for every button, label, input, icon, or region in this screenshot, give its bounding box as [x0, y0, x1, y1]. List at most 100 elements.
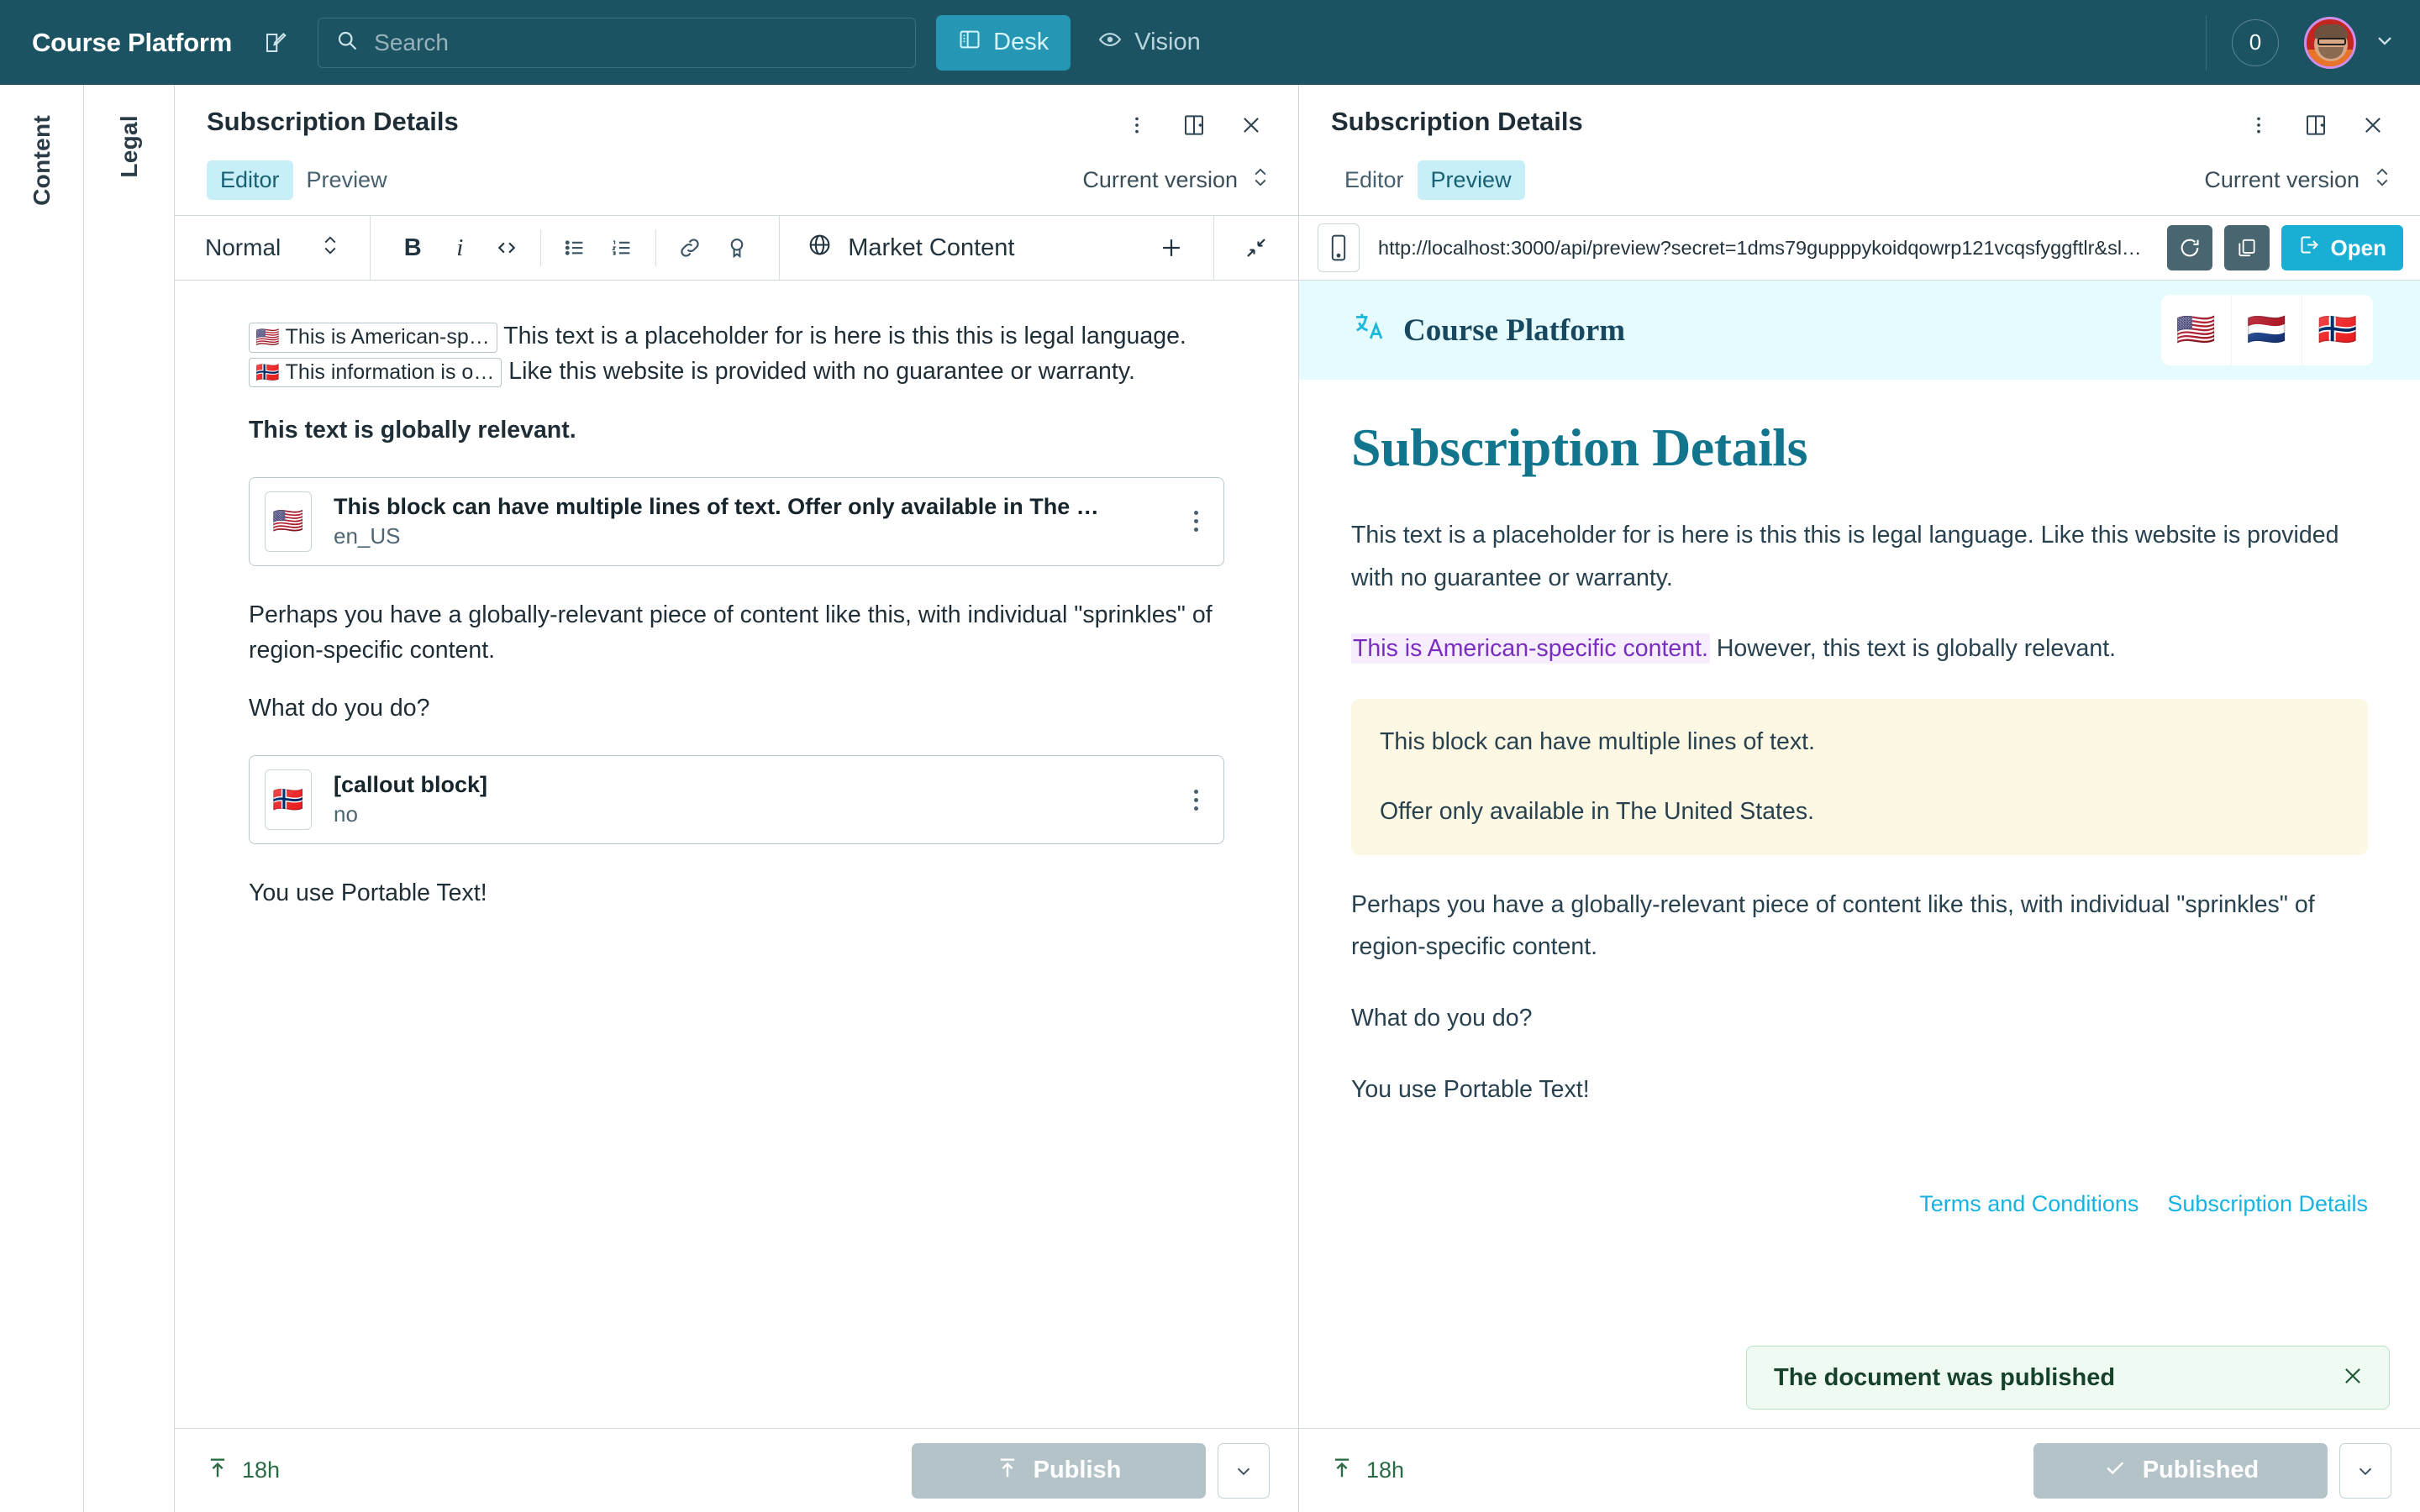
workspace: Content Legal Subscription Details — [0, 85, 2420, 1512]
search-input[interactable]: Search — [318, 18, 916, 68]
chevron-down-icon[interactable] — [2373, 29, 2396, 56]
close-icon[interactable] — [1233, 107, 1270, 144]
open-preview-button[interactable]: Open — [2281, 225, 2403, 270]
more-options-icon[interactable] — [1118, 107, 1155, 144]
split-pane-icon[interactable] — [2297, 107, 2334, 144]
bulleted-list-icon[interactable] — [551, 224, 598, 271]
preview-last-published-ago: 18h — [1331, 1455, 1404, 1486]
site-paragraph-3: Perhaps you have a globally-relevant pie… — [1351, 884, 2368, 969]
editor-paragraph-4: What do you do? — [249, 691, 1224, 727]
editor-content[interactable]: 🇺🇸This is American-sp… This text is a pl… — [175, 281, 1298, 1428]
block-menu-icon[interactable] — [1186, 511, 1207, 532]
split-pane-icon[interactable] — [1176, 107, 1213, 144]
preview-pane-header: Subscription Details — [1299, 85, 2420, 215]
status-badge[interactable]: 0 — [2232, 19, 2279, 66]
site-paragraph-2-rest: However, this text is globally relevant. — [1710, 635, 2116, 662]
sidebar-item-label: Content — [29, 115, 55, 206]
nav-mode-vision-label: Vision — [1134, 29, 1200, 56]
sidebar-pane-legal[interactable]: Legal — [84, 85, 175, 1512]
editor-pane-header: Subscription Details — [175, 85, 1298, 215]
mobile-device-icon[interactable] — [1318, 223, 1360, 272]
site-brand[interactable]: Course Platform — [1351, 308, 1625, 352]
preview-tab-preview-label: Preview — [1431, 167, 1512, 192]
nav-mode-desk[interactable]: Desk — [936, 15, 1071, 71]
preview-last-published-ago-label: 18h — [1366, 1457, 1404, 1483]
preview-tab-preview[interactable]: Preview — [1418, 160, 1525, 200]
editor-block-card-no[interactable]: 🇳🇴 [callout block] no — [249, 755, 1224, 844]
site-heading: Subscription Details — [1351, 417, 2368, 479]
publish-button[interactable]: Publish — [912, 1443, 1206, 1499]
site-body: Subscription Details This text is a plac… — [1299, 380, 2420, 1110]
lang-button-us[interactable]: 🇺🇸 — [2161, 295, 2232, 365]
toolbar-group-collapse — [1214, 216, 1298, 280]
link-icon[interactable] — [666, 224, 713, 271]
publish-arrow-icon — [997, 1455, 1018, 1487]
editor-header-actions — [1118, 107, 1270, 144]
collapse-icon[interactable] — [1233, 224, 1280, 271]
numbered-list-icon[interactable] — [598, 224, 645, 271]
block-style-select[interactable]: Normal — [193, 233, 351, 264]
published-button-label: Published — [2143, 1457, 2260, 1484]
preview-version-label: Current version — [2204, 167, 2360, 193]
block-menu-icon[interactable] — [1186, 790, 1207, 811]
inline-chip-no[interactable]: 🇳🇴This information is o… — [249, 358, 502, 388]
inline-chip-us[interactable]: 🇺🇸This is American-sp… — [249, 323, 497, 353]
language-switcher: 🇺🇸 🇳🇱 🇳🇴 — [2161, 295, 2373, 365]
block-card-title: This block can have multiple lines of te… — [334, 494, 1107, 520]
tab-editor-label: Editor — [220, 167, 280, 192]
preview-iframe[interactable]: Course Platform 🇺🇸 🇳🇱 🇳🇴 Subscription De… — [1299, 281, 2420, 1428]
tab-editor[interactable]: Editor — [207, 160, 293, 200]
site-paragraph-2: This is American-specific content. Howev… — [1351, 627, 2368, 670]
publish-button-label: Publish — [1034, 1457, 1122, 1484]
version-label: Current version — [1082, 167, 1238, 193]
editor-paragraph-1-mid: This text is a placeholder for is here i… — [503, 323, 1186, 349]
bold-button[interactable]: B — [389, 224, 436, 271]
sidebar-pane-content[interactable]: Content — [0, 85, 84, 1512]
badge-icon[interactable] — [713, 224, 760, 271]
site-brand-label: Course Platform — [1403, 312, 1625, 349]
reload-icon[interactable] — [2167, 225, 2212, 270]
preview-url-input[interactable]: http://localhost:3000/api/preview?secret… — [1371, 237, 2155, 260]
app-brand: Course Platform — [32, 28, 232, 58]
preview-publish-options-button[interactable] — [2339, 1443, 2391, 1499]
block-card-locale: no — [334, 801, 1186, 827]
close-icon[interactable] — [2340, 1363, 2365, 1393]
desk-icon — [958, 28, 981, 58]
lang-button-nl[interactable]: 🇳🇱 — [2232, 295, 2302, 365]
avatar[interactable] — [2304, 17, 2356, 69]
open-preview-label: Open — [2331, 235, 2386, 261]
editor-toolbar: Normal B i — [175, 215, 1298, 281]
version-selector[interactable]: Current version — [1082, 165, 1270, 196]
toolbar-group-style: Normal — [175, 216, 371, 280]
editor-block-card-us[interactable]: 🇺🇸 This block can have multiple lines of… — [249, 477, 1224, 566]
more-options-icon[interactable] — [2240, 107, 2277, 144]
chevron-updown-icon — [1251, 165, 1270, 196]
close-icon[interactable] — [2354, 107, 2391, 144]
navbar-divider — [2206, 15, 2207, 71]
published-button[interactable]: Published — [2033, 1443, 2328, 1499]
publish-options-button[interactable] — [1218, 1443, 1270, 1499]
preview-tab-editor[interactable]: Editor — [1331, 160, 1418, 200]
italic-button[interactable]: i — [436, 224, 483, 271]
preview-version-selector[interactable]: Current version — [2204, 165, 2391, 196]
editor-paragraph-1: 🇺🇸This is American-sp… This text is a pl… — [249, 319, 1224, 390]
nav-mode-vision[interactable]: Vision — [1076, 15, 1222, 71]
preview-pane: Subscription Details — [1299, 85, 2420, 1512]
lang-button-no[interactable]: 🇳🇴 — [2302, 295, 2373, 365]
preview-page-title: Subscription Details — [1331, 107, 1583, 137]
compose-icon[interactable] — [252, 19, 299, 66]
site-footer-link-subscription[interactable]: Subscription Details — [2167, 1191, 2368, 1217]
publish-toast: The document was published — [1746, 1346, 2390, 1410]
app-root: Course Platform Search — [0, 0, 2420, 1512]
code-button[interactable] — [483, 224, 530, 271]
market-content-button[interactable]: Market Content — [798, 232, 1023, 265]
publish-arrow-icon — [1331, 1455, 1353, 1486]
plus-icon[interactable] — [1148, 224, 1195, 271]
inline-chip-label: This is American-sp… — [286, 325, 490, 349]
preview-publish-group: Published — [2033, 1443, 2391, 1499]
copy-icon[interactable] — [2224, 225, 2270, 270]
publish-group: Publish — [912, 1443, 1270, 1499]
tab-preview[interactable]: Preview — [293, 160, 401, 200]
sidebar-item-label: Legal — [116, 115, 143, 178]
site-footer-link-terms[interactable]: Terms and Conditions — [1919, 1191, 2139, 1217]
